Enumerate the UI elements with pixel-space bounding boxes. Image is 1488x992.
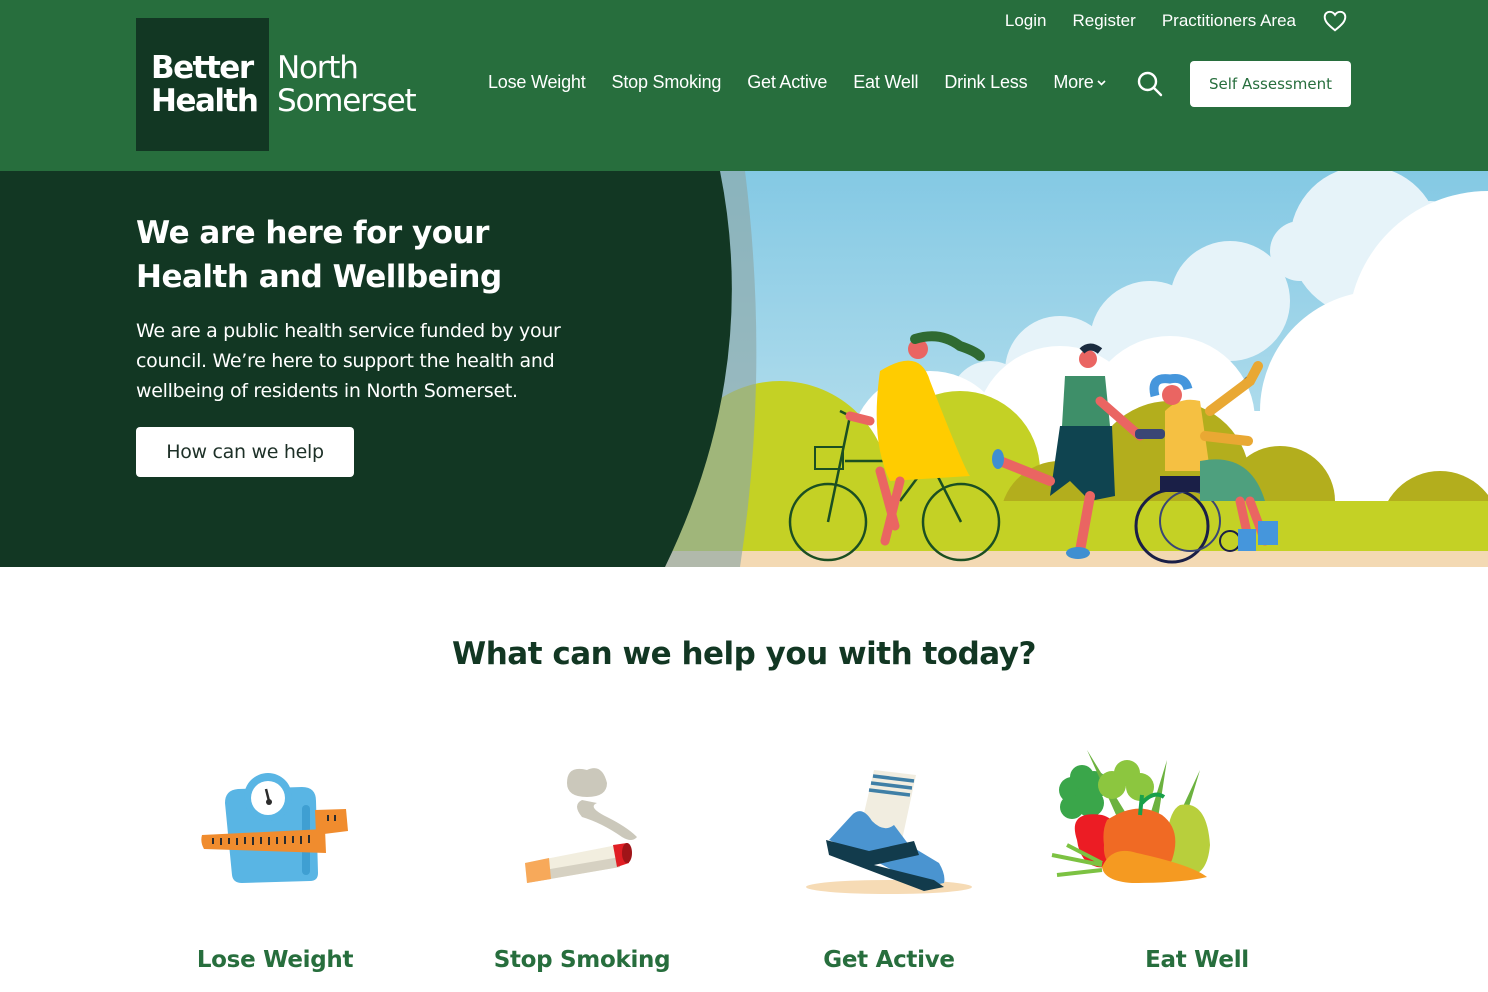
card-label: Eat Well xyxy=(1145,947,1249,973)
chevron-down-icon xyxy=(1097,78,1106,89)
help-topic-cards: Lose Weight Stop Smoking Get Active Eat … xyxy=(120,745,1368,992)
how-can-we-help-button[interactable]: How can we help xyxy=(136,427,354,477)
hero-banner: We are here for your Health and Wellbein… xyxy=(0,171,1488,567)
card-lose-weight[interactable]: Lose Weight xyxy=(120,745,430,992)
scale-tape-measure-icon xyxy=(201,773,348,883)
cigarette-icon xyxy=(525,768,637,883)
help-section-title: What can we help you with today? xyxy=(452,636,1036,672)
card-label: Lose Weight xyxy=(196,947,354,973)
better-health-logo-box: Better Health xyxy=(136,18,269,151)
hero-title: We are here for your Health and Wellbein… xyxy=(136,211,656,299)
hero-title-line-2: Health and Wellbeing xyxy=(136,259,502,295)
logo-line-2: Health xyxy=(151,82,259,119)
site-logo[interactable]: Better Health North Somerset xyxy=(136,18,417,151)
utility-nav: Login Register Practitioners Area xyxy=(1005,8,1348,34)
card-label: Stop Smoking xyxy=(493,947,671,973)
hero-description: We are a public health service funded by… xyxy=(136,320,561,402)
nav-drink-less[interactable]: Drink Less xyxy=(944,72,1027,93)
login-link[interactable]: Login xyxy=(1005,11,1047,31)
card-stop-smoking[interactable]: Stop Smoking xyxy=(427,745,737,992)
region-line-2: Somerset xyxy=(277,82,417,119)
card-get-active[interactable]: Get Active xyxy=(734,745,1044,992)
nav-stop-smoking[interactable]: Stop Smoking xyxy=(612,72,722,93)
search-icon[interactable] xyxy=(1136,70,1164,98)
nav-eat-well[interactable]: Eat Well xyxy=(853,72,918,93)
logo-line-1: Better xyxy=(151,49,254,86)
region-line-1: North xyxy=(277,49,359,86)
card-eat-well[interactable]: Eat Well xyxy=(1042,745,1352,992)
hero-title-line-1: We are here for your xyxy=(136,215,489,251)
region-name: North Somerset xyxy=(277,49,417,119)
nav-more-dropdown[interactable]: More xyxy=(1053,72,1106,93)
vegetables-icon xyxy=(1051,750,1210,883)
heart-icon[interactable] xyxy=(1322,8,1348,34)
self-assessment-button[interactable]: Self Assessment xyxy=(1190,61,1351,107)
nav-get-active[interactable]: Get Active xyxy=(747,72,827,93)
site-header: Better Health North Somerset Login Regis… xyxy=(0,0,1488,171)
trainer-shoe-icon xyxy=(806,770,972,894)
card-label: Get Active xyxy=(823,947,955,973)
register-link[interactable]: Register xyxy=(1073,11,1136,31)
nav-lose-weight[interactable]: Lose Weight xyxy=(488,72,586,93)
nav-more-label: More xyxy=(1053,72,1094,92)
practitioners-area-link[interactable]: Practitioners Area xyxy=(1162,11,1296,31)
main-nav: Lose Weight Stop Smoking Get Active Eat … xyxy=(488,72,1132,93)
